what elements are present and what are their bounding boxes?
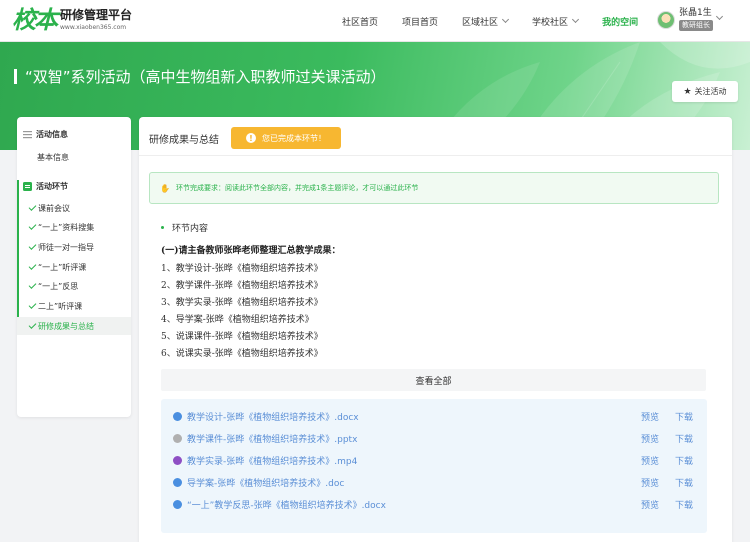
checkmark-icon [28,281,37,289]
sidebar-item-first-class-review[interactable]: “一上”听评课 [17,258,131,276]
star-icon: ★ [683,86,692,97]
file-row: 教学课件-张晔《植物组织培养技术》.pptx 预览 下载 [161,427,707,449]
main-nav: 社区首页 项目首页 区域社区 学校社区 我的空间 [330,0,650,42]
nav-regional-community[interactable]: 区域社区 [462,15,510,28]
checkmark-icon [28,321,37,329]
user-role-badge: 教研组长 [679,20,713,31]
list-icon [23,131,32,139]
preview-button[interactable]: 预览 [641,476,659,489]
chevron-down-icon [572,15,580,24]
checkmark-icon [28,301,37,309]
activity-sidebar: 活动信息 基本信息 活动环节 课前会议 “一上”资料搜集 师徒一对一指导 “一上… [17,117,131,417]
sidebar-item-material-collection[interactable]: “一上”资料搜集 [17,218,131,236]
stage-content-panel: 研修成果与总结 ! 您已完成本环节！ ✋ 环节完成要求：阅读此环节全部内容，并完… [139,117,732,542]
word-file-icon [173,411,182,421]
sidebar-item-mentor-guidance[interactable]: 师徒一对一指导 [17,238,131,256]
sidebar-info-header: 活动信息 [17,129,68,140]
download-button[interactable]: 下载 [675,432,693,445]
logo-mark: 校本 [12,5,58,34]
checkmark-icon [28,242,37,250]
preview-button[interactable]: 预览 [641,498,659,511]
stage-icon [23,182,32,191]
content-line: 1、教学设计-张晔《植物组织培养技术》 [161,264,323,274]
platform-title: 研修管理平台 [60,8,133,22]
content-line: 2、教学课件-张晔《植物组织培养技术》 [161,281,323,291]
view-all-button[interactable]: 查看全部 [161,369,706,391]
platform-url: www.xiaoben365.com [60,24,127,31]
chevron-down-icon [715,12,724,21]
checkmark-icon [28,222,37,230]
content-line: 5、说课课件-张晔《植物组织培养技术》 [161,332,323,342]
file-name-link[interactable]: 教学设计-张晔《植物组织培养技术》.docx [187,410,359,423]
file-row: 教学设计-张晔《植物组织培养技术》.docx 预览 下载 [161,405,707,427]
sidebar-item-second-class-review[interactable]: 二上”听评课 [17,297,131,315]
ppt-file-icon [173,433,182,443]
content-line: 4、导学案-张晔《植物组织培养技术》 [161,315,314,325]
nav-community-home[interactable]: 社区首页 [342,15,378,28]
nav-my-space[interactable]: 我的空间 [602,15,638,28]
nav-school-community[interactable]: 学校社区 [532,15,580,28]
content-line: 6、说课实录-张晔《植物组织培养技术》 [161,349,323,359]
file-name-link[interactable]: 教学实录-张晔《植物组织培养技术》.mp4 [187,454,357,467]
sidebar-stage-header: 活动环节 [17,181,68,192]
chevron-down-icon [502,15,510,24]
sidebar-item-pre-class-meeting[interactable]: 课前会议 [17,199,131,217]
stage-content-text: (一)请主备教师张晔老师整理汇总教学成果： 1、教学设计-张晔《植物组织培养技术… [161,244,341,363]
file-row: 导学案-张晔《植物组织培养技术》.doc 预览 下载 [161,471,707,493]
preview-button[interactable]: 预览 [641,432,659,445]
hand-icon: ✋ [160,183,170,193]
attachment-list: 教学设计-张晔《植物组织培养技术》.docx 预览 下载 教学课件-张晔《植物组… [161,399,707,533]
user-name: 张晶1生 [679,8,712,18]
word-file-icon [173,499,182,509]
stage-title: 研修成果与总结 [149,134,219,146]
download-button[interactable]: 下载 [675,498,693,511]
completion-requirement-notice: ✋ 环节完成要求：阅读此环节全部内容，并完成1条主题评论，才可以通过此环节 [149,172,719,204]
file-name-link[interactable]: 教学课件-张晔《植物组织培养技术》.pptx [187,432,357,445]
stage-completed-button[interactable]: ! 您已完成本环节！ [231,127,341,149]
activity-title: “双智”系列活动（高中生物组新入职教师过关课活动） [25,68,386,86]
top-navigation-bar: 校本 研修管理平台 www.xiaoben365.com 社区首页 项目首页 区… [0,0,750,42]
sidebar-item-results-summary[interactable]: 研修成果与总结 [17,317,131,335]
preview-button[interactable]: 预览 [641,410,659,423]
nav-project-home[interactable]: 项目首页 [402,15,438,28]
file-name-link[interactable]: 导学案-张晔《植物组织培养技术》.doc [187,476,344,489]
exclamation-icon: ! [246,133,256,143]
user-menu[interactable]: 张晶1生 教研组长 [657,8,724,31]
follow-activity-button[interactable]: ★ 关注活动 [672,81,738,102]
checkmark-icon [28,203,37,211]
download-button[interactable]: 下载 [675,454,693,467]
file-name-link[interactable]: “一上”教学反思-张晔《植物组织培养技术》.docx [187,498,386,511]
download-button[interactable]: 下载 [675,410,693,423]
preview-button[interactable]: 预览 [641,454,659,467]
file-row: “一上”教学反思-张晔《植物组织培养技术》.docx 预览 下载 [161,493,707,515]
download-button[interactable]: 下载 [675,476,693,489]
video-file-icon [173,455,182,465]
avatar [657,10,675,29]
word-file-icon [173,477,182,487]
sidebar-item-first-reflection[interactable]: “一上”反思 [17,277,131,295]
sidebar-item-basic-info[interactable]: 基本信息 [17,152,69,163]
content-line: 3、教学实录-张晔《植物组织培养技术》 [161,298,323,308]
file-row: 教学实录-张晔《植物组织培养技术》.mp4 预览 下载 [161,449,707,471]
checkmark-icon [28,262,37,270]
section-label: 环节内容 [161,221,208,234]
content-heading: (一)请主备教师张晔老师整理汇总教学成果： [161,246,341,256]
brand-logo[interactable]: 校本 研修管理平台 www.xiaoben365.com [12,6,132,34]
